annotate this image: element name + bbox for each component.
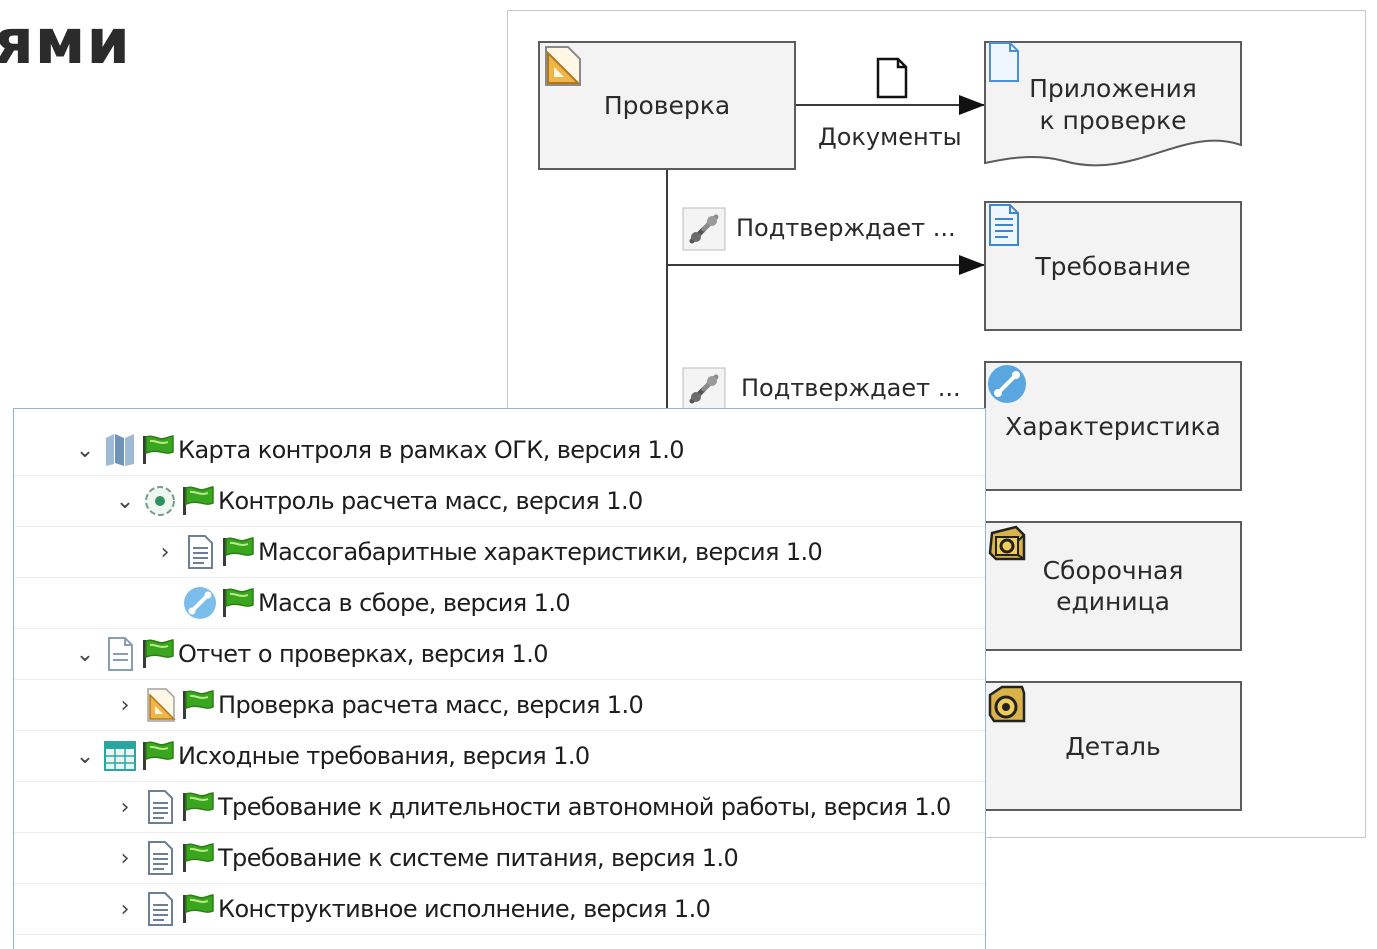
flag-icon — [143, 639, 174, 668]
node-assembly-label-line1: Сборочная — [1042, 556, 1184, 585]
tree-item-label: Массогабаритные характеристики, версия 1… — [258, 538, 823, 566]
node-requirement-label: Требование — [1035, 251, 1191, 281]
flag-icon — [183, 894, 214, 923]
structure-tree-panel: ⌄ Карта контроля в рамках ОГК, версия 1.… — [13, 408, 986, 949]
flag-icon — [143, 741, 174, 770]
tree-item-label: Требование к системе питания, версия 1.0 — [218, 844, 739, 872]
assembly-icon — [988, 525, 1026, 561]
page-heading-fragment: ями — [0, 5, 131, 78]
characteristic-icon — [184, 587, 216, 619]
requirement-doc-icon — [989, 204, 1019, 246]
chevron-right-icon[interactable]: › — [114, 795, 136, 820]
node-characteristic-label: Характеристика — [1005, 411, 1221, 441]
node-attachments[interactable]: Приложения к проверке — [984, 41, 1242, 173]
triangle-ruler-icon — [147, 688, 176, 722]
tree-row[interactable]: ⌄ Карта контроля в рамках ОГК, версия 1.… — [14, 425, 985, 476]
requirement-doc-icon — [148, 892, 173, 926]
document-icon — [108, 637, 133, 671]
tree-row[interactable]: ⌄ Отчет о проверках, версия 1.0 — [14, 629, 985, 680]
tree-item-label: Конструктивное исполнение, версия 1.0 — [218, 895, 711, 923]
node-check[interactable]: Проверка — [538, 41, 796, 170]
requirement-doc-icon — [148, 790, 173, 824]
tree-item-label: Исходные требования, версия 1.0 — [178, 742, 590, 770]
tree-row[interactable]: › Конструктивное исполнение, версия 1.0 — [14, 884, 985, 935]
tree-row[interactable]: ⌄ Исходные требования, версия 1.0 — [14, 731, 985, 782]
edge-confirms1-arrowhead — [959, 255, 985, 275]
chevron-down-icon[interactable]: ⌄ — [74, 744, 96, 769]
node-attachments-label-line2: к проверке — [1039, 106, 1187, 135]
requirement-doc-icon — [188, 535, 213, 569]
edge-confirms2-label: Подтверждает ... — [741, 374, 961, 402]
chevron-right-icon[interactable]: › — [154, 540, 176, 565]
target-icon — [145, 486, 175, 516]
node-characteristic[interactable]: Характеристика — [984, 361, 1242, 491]
characteristic-icon — [988, 365, 1026, 403]
tree-item-label: Отчет о проверках, версия 1.0 — [178, 640, 549, 668]
document-icon — [876, 57, 908, 99]
node-assembly[interactable]: Сборочная единица — [984, 521, 1242, 651]
edge-confirms1-line — [666, 264, 986, 266]
flag-icon — [183, 843, 214, 872]
flag-icon — [143, 435, 174, 464]
chevron-right-icon[interactable]: › — [114, 846, 136, 871]
tree-row[interactable]: › Требование к системе питания, версия 1… — [14, 833, 985, 884]
tree-item-label: Проверка расчета масс, версия 1.0 — [218, 691, 644, 719]
flag-icon — [223, 537, 254, 566]
requirement-doc-icon — [148, 841, 173, 875]
edge-documents-label: Документы — [818, 123, 962, 151]
link-icon — [682, 367, 726, 411]
flag-icon — [183, 792, 214, 821]
table-icon — [104, 741, 136, 771]
flag-icon — [223, 588, 254, 617]
node-check-label: Проверка — [603, 91, 731, 120]
edge-trunk-line — [666, 169, 668, 429]
chevron-down-icon[interactable]: ⌄ — [74, 642, 96, 667]
chevron-right-icon[interactable]: › — [114, 897, 136, 922]
tree-item-label: Требование к длительности автономной раб… — [218, 793, 951, 821]
chevron-right-icon[interactable]: › — [114, 693, 136, 718]
flag-icon — [183, 486, 214, 515]
tree-item-label: Карта контроля в рамках ОГК, версия 1.0 — [178, 436, 685, 464]
tree-item-label: Контроль расчета масс, версия 1.0 — [218, 487, 643, 515]
tree-row[interactable]: › Масса в сборе, версия 1.0 — [14, 578, 985, 629]
tree-row[interactable]: ⌄ Контроль расчета масс, версия 1.0 — [14, 476, 985, 527]
triangle-ruler-icon — [540, 43, 586, 89]
tree-row[interactable]: › Требование к длительности автономной р… — [14, 782, 985, 833]
chevron-down-icon[interactable]: ⌄ — [74, 438, 96, 463]
node-part[interactable]: Деталь — [984, 681, 1242, 811]
chevron-down-icon[interactable]: ⌄ — [114, 489, 136, 514]
node-part-label: Деталь — [1065, 731, 1161, 761]
link-icon — [682, 207, 726, 251]
flag-icon — [183, 690, 214, 719]
edge-documents-arrowhead — [959, 95, 985, 115]
node-attachments-label-line1: Приложения — [1029, 74, 1197, 103]
tree-row[interactable]: › Массогабаритные характеристики, версия… — [14, 527, 985, 578]
node-requirement[interactable]: Требование — [984, 201, 1242, 331]
tree-row[interactable]: › Проверка расчета масс, версия 1.0 — [14, 680, 985, 731]
part-icon — [988, 685, 1026, 723]
node-assembly-label-line2: единица — [1056, 587, 1170, 616]
map-icon — [106, 434, 134, 466]
edge-confirms1-label: Подтверждает ... — [736, 214, 956, 242]
tree-item-label: Масса в сборе, версия 1.0 — [258, 589, 571, 617]
